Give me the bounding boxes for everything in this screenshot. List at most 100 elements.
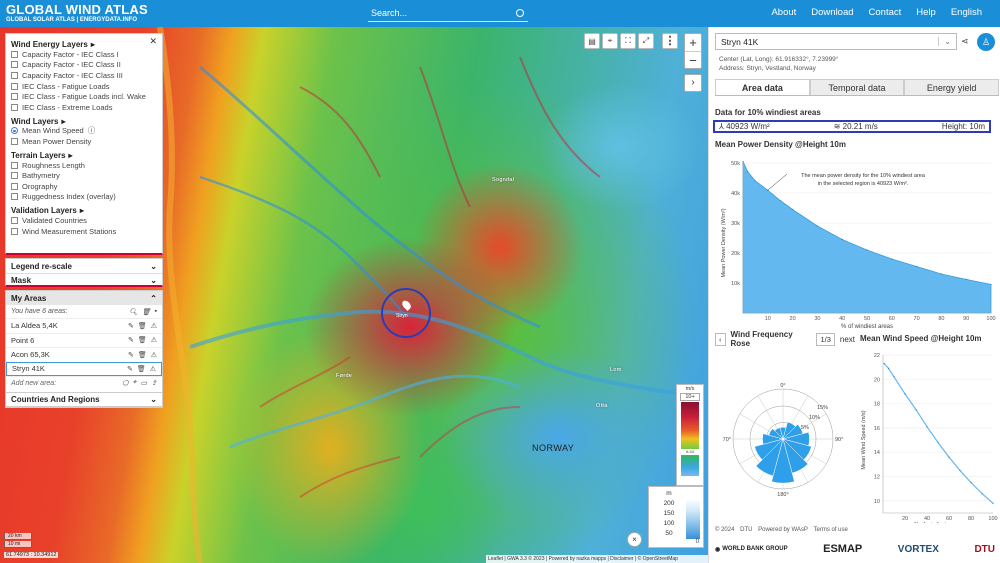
delete-icon[interactable]: 🗑︎ [138,336,147,344]
edit-icon[interactable]: ✎ [127,365,133,373]
close-icon[interactable]: ✕ [149,36,157,47]
share-icon[interactable]: ⋖ [961,36,969,47]
layer-option[interactable]: IEC Class - Fatigue Loads incl. Wake [11,91,157,102]
location-select[interactable]: Stryn 41K ⌄ [715,33,957,50]
footer-link[interactable]: DTU [740,527,752,533]
delete-icon[interactable]: 🗑︎ [138,322,147,330]
section-wind-layers[interactable]: Wind Layers ▸ [11,117,157,126]
edit-icon[interactable]: ✎ [128,322,134,330]
checkbox[interactable] [11,193,18,201]
prev-button[interactable]: ‹ [715,332,726,346]
layer-option[interactable]: Capacity Factor - IEC Class II [11,60,157,71]
checkbox[interactable] [11,137,18,145]
area-item[interactable]: Point 6 ✎ 🗑︎ ⚠︎ [6,332,162,348]
upload-icon[interactable]: ⇪ [151,379,157,387]
checkbox[interactable] [11,61,18,69]
esmap-logo[interactable]: ESMAP [823,543,862,555]
legend-rescale-toggle[interactable]: Legend re-scale ⌄ [6,259,162,273]
footer-link[interactable]: Terms of use [813,527,847,533]
section-wind-energy-layers[interactable]: Wind Energy Layers ▸ [11,40,157,49]
search-icon[interactable]: 🔍︎ [129,308,138,316]
polygon-icon[interactable]: ⬠ [122,379,128,387]
warning-icon[interactable]: ⚠︎ [150,365,156,373]
checkbox[interactable] [11,50,18,58]
section-validation-layers[interactable]: Validation Layers ▸ [11,206,157,215]
layer-option[interactable]: IEC Class - Fatigue Loads [11,81,157,92]
layer-option[interactable]: Mean Power Density [11,136,157,147]
close-legend-icon[interactable]: × [627,532,642,547]
vortex-logo[interactable]: VORTEX [898,544,939,555]
tab-energy-yield[interactable]: Energy yield [904,79,1000,95]
nav-download[interactable]: Download [811,7,853,18]
map-attribution[interactable]: Leaflet | GWA 3.3 © 2023 | Powered by na… [486,555,708,563]
chevron-down-icon[interactable]: ⌄ [938,37,951,46]
layer-option[interactable]: Orography [11,181,157,192]
expand-panel-arrow-icon[interactable]: › [684,74,702,92]
area-item[interactable]: La Aldea 5,4K ✎ 🗑︎ ⚠︎ [6,318,162,333]
checkbox[interactable] [11,216,18,224]
fullscreen-icon[interactable]: ⤢ [638,33,654,49]
edit-icon[interactable]: ✎ [128,336,134,344]
layer-option[interactable]: Capacity Factor - IEC Class III [11,70,157,81]
section-terrain-layers[interactable]: Terrain Layers ▸ [11,151,157,160]
nav-about[interactable]: About [771,7,796,18]
select-area-icon[interactable]: ⛶ [620,33,636,49]
address: Address: Stryn, Vestland, Norway [719,65,816,72]
save-icon[interactable]: ▪ [155,308,157,316]
pin-tool-icon[interactable]: ⌖ [602,33,618,49]
my-areas-header[interactable]: My Areas ⌃ [6,291,162,305]
mask-toggle[interactable]: Mask ⌄ [6,273,162,287]
world-bank-logo[interactable]: ◉ WORLD BANK GROUP [715,546,788,553]
global-wind-atlas-logo[interactable]: GLOBAL WIND ATLAS GLOBAL SOLAR ATLAS | E… [6,3,148,23]
dtu-logo[interactable]: DTU [974,544,995,555]
warning-icon[interactable]: ⚠︎ [151,351,157,359]
panel-label: Legend re-scale [11,261,72,271]
nav-language[interactable]: English [951,7,982,18]
layer-option[interactable]: Roughness Length [11,160,157,171]
area-item-selected[interactable]: Stryn 41K ✎ 🗑︎ ⚠︎ [6,361,162,376]
delete-icon[interactable]: 🗑︎ [138,351,147,359]
checkbox[interactable] [11,182,18,190]
checkbox[interactable] [11,103,18,111]
edit-icon[interactable]: ✎ [128,351,134,359]
layer-option[interactable]: Wind Measurement Stations [11,226,157,237]
radio-selected[interactable] [11,127,18,135]
layer-option[interactable]: Bathymetry [11,170,157,181]
layer-option[interactable]: Capacity Factor - IEC Class I [11,49,157,60]
layer-option[interactable]: IEC Class - Extreme Loads [11,102,157,113]
checkbox[interactable] [11,82,18,90]
nav-contact[interactable]: Contact [869,7,902,18]
checkbox[interactable] [11,161,18,169]
area-item[interactable]: Acon 65,3K ✎ 🗑︎ ⚠︎ [6,347,162,362]
point-icon[interactable]: ⌖ [133,379,137,387]
info-icon[interactable]: ⓘ [88,125,96,136]
checkbox[interactable] [11,227,18,235]
layer-option[interactable]: Ruggedness Index (overlay) [11,192,157,203]
delete-all-icon[interactable]: 🗑︎ [142,308,151,316]
layers-icon[interactable]: ▤ [584,33,600,49]
checkbox[interactable] [11,93,18,101]
countries-and-regions-toggle[interactable]: Countries And Regions ⌄ [5,392,163,407]
user-avatar-icon[interactable]: ♙ [977,33,995,51]
zoom-control: + − [684,33,702,69]
more-options-icon[interactable]: ⋮ [662,33,678,49]
layer-option[interactable]: Validated Countries [11,215,157,226]
warning-icon[interactable]: ⚠︎ [151,336,157,344]
search-icon[interactable] [516,9,524,17]
next-button[interactable]: next [840,335,855,344]
tab-area-data[interactable]: Area data [715,79,810,95]
data-point [891,258,893,260]
x-tick-label: 80 [938,316,944,322]
zoom-out-button[interactable]: − [685,51,701,68]
nav-help[interactable]: Help [916,7,936,18]
tab-temporal-data[interactable]: Temporal data [809,79,905,95]
warning-icon[interactable]: ⚠︎ [151,322,157,330]
rectangle-icon[interactable]: ▭ [141,379,148,387]
zoom-in-button[interactable]: + [685,34,701,51]
footer-link[interactable]: Powered by WAsP [758,527,808,533]
search-input[interactable]: Search... [368,5,528,22]
delete-icon[interactable]: 🗑︎ [137,365,146,373]
checkbox[interactable] [11,71,18,79]
checkbox[interactable] [11,172,18,180]
layer-option[interactable]: Mean Wind Speed ⓘ [11,126,157,137]
